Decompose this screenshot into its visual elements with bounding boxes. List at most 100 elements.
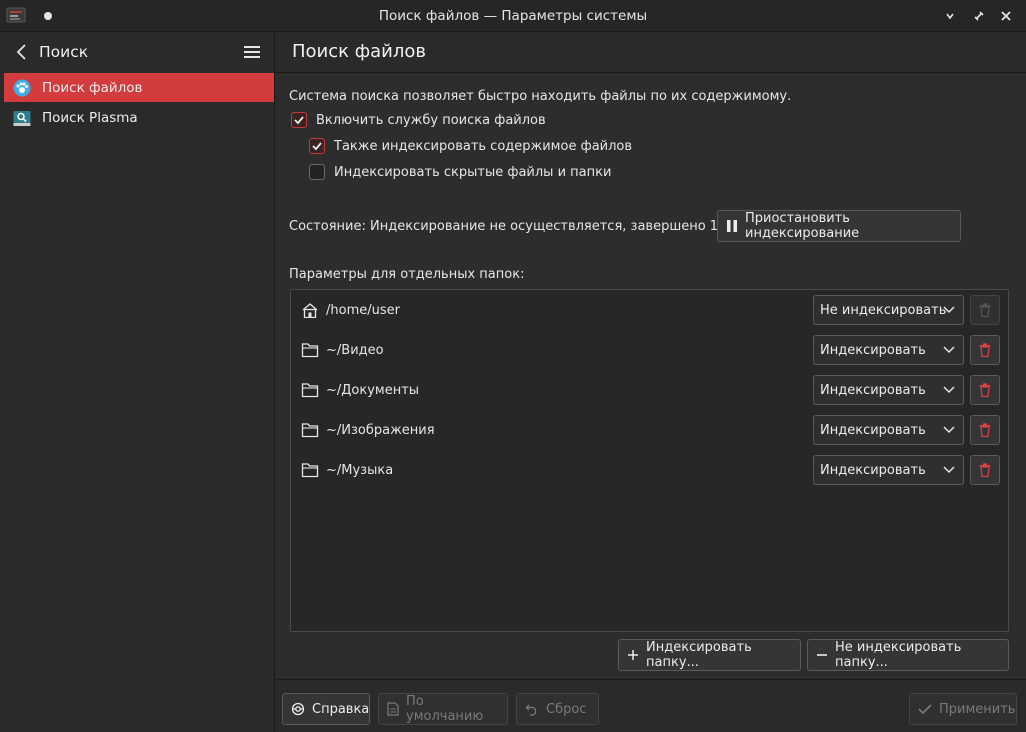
button-label: Приостановить индексирование: [745, 211, 860, 241]
checkbox-label: Также индексировать содержимое файлов: [334, 138, 633, 154]
table-row: ~/Документы Индексировать: [291, 370, 1008, 410]
index-mode-select[interactable]: Индексировать: [813, 335, 964, 365]
button-label: Индексировать папку...: [646, 640, 752, 670]
enable-file-search-checkbox[interactable]: Включить службу поиска файлов: [291, 112, 546, 128]
select-value: Индексировать: [820, 463, 926, 478]
minimize-icon: [946, 13, 954, 20]
checkbox-unchecked-icon[interactable]: [309, 164, 325, 180]
delete-folder-button[interactable]: [970, 455, 1000, 485]
checkbox-label: Включить службу поиска файлов: [316, 112, 546, 128]
content-area: Система поиска позволяет быстро находить…: [276, 74, 1026, 678]
home-folder-icon: [301, 302, 319, 319]
checkbox-checked-icon[interactable]: [291, 112, 307, 128]
checkbox-checked-icon[interactable]: [309, 138, 325, 154]
table-row: /home/user Не индексировать: [291, 290, 1008, 330]
pause-icon: [726, 219, 738, 233]
hamburger-menu-button[interactable]: [243, 44, 261, 60]
chevron-down-icon: [943, 386, 955, 394]
sidebar-header: Поиск: [0, 33, 274, 71]
folder-icon: [301, 382, 319, 398]
folder-path: ~/Видео: [326, 343, 384, 358]
table-row: ~/Видео Индексировать: [291, 330, 1008, 370]
folders-section-label: Параметры для отдельных папок:: [289, 267, 525, 282]
folder-list: /home/user Не индексировать ~/Видео Инде…: [290, 289, 1009, 632]
trash-icon: [979, 383, 991, 397]
reset-button[interactable]: Сброс: [516, 693, 599, 725]
undo-icon: [525, 702, 539, 716]
dialog-footer: Справка По умолчанию Сброс Применить: [276, 679, 1026, 732]
plus-icon: [627, 649, 639, 661]
chevron-down-icon: [943, 466, 955, 474]
indexing-status: Состояние: Индексирование не осуществляе…: [289, 219, 747, 234]
trash-icon: [979, 423, 991, 437]
index-mode-select[interactable]: Индексировать: [813, 415, 964, 445]
add-exclude-folder-button[interactable]: Не индексировать папку...: [807, 639, 1009, 671]
button-label: По умолчанию: [406, 694, 484, 724]
trash-icon: [979, 463, 991, 477]
close-button[interactable]: [996, 6, 1016, 26]
table-row: ~/Музыка Индексировать: [291, 450, 1008, 490]
close-icon: [1001, 11, 1011, 21]
delete-folder-button[interactable]: [970, 295, 1000, 325]
defaults-button[interactable]: По умолчанию: [378, 693, 508, 725]
minus-icon: [816, 649, 828, 661]
folder-icon: [301, 342, 319, 358]
apply-button[interactable]: Применить: [909, 693, 1017, 725]
folder-icon: [301, 462, 319, 478]
button-label: Сброс: [546, 701, 587, 717]
add-index-folder-button[interactable]: Индексировать папку...: [618, 639, 801, 671]
select-value: Индексировать: [820, 423, 926, 438]
trash-icon: [979, 303, 991, 317]
delete-folder-button[interactable]: [970, 335, 1000, 365]
chevron-down-icon: [943, 306, 955, 314]
chevron-down-icon: [943, 346, 955, 354]
index-hidden-files-checkbox[interactable]: Индексировать скрытые файлы и папки: [309, 164, 611, 180]
title-bar: Поиск файлов — Параметры системы: [0, 0, 1026, 32]
folder-icon: [301, 422, 319, 438]
index-mode-select[interactable]: Индексировать: [813, 375, 964, 405]
back-button[interactable]: [14, 43, 32, 61]
button-label: Справка: [312, 701, 370, 717]
sidebar-item-label: Поиск файлов: [42, 80, 143, 96]
sidebar-category-label: Поиск: [39, 43, 89, 61]
select-value: Не индексировать: [820, 303, 947, 318]
help-icon: [291, 702, 305, 716]
index-mode-select[interactable]: Не индексировать: [813, 295, 964, 325]
folder-path: ~/Документы: [326, 383, 420, 398]
baloo-paw-icon: [13, 79, 31, 97]
restore-icon: [974, 11, 984, 21]
table-row: ~/Изображения Индексировать: [291, 410, 1008, 450]
trash-icon: [979, 343, 991, 357]
page-description: Система поиска позволяет быстро находить…: [289, 89, 792, 104]
chevron-down-icon: [943, 426, 955, 434]
chevron-left-icon: [16, 44, 26, 60]
minimize-button[interactable]: [940, 6, 960, 26]
select-value: Индексировать: [820, 383, 926, 398]
help-button[interactable]: Справка: [282, 693, 370, 725]
checkmark-icon: [918, 703, 932, 715]
page-title: Поиск файлов: [292, 41, 426, 62]
checkbox-label: Индексировать скрытые файлы и папки: [334, 164, 612, 180]
sidebar-item-plasma-search[interactable]: Поиск Plasma: [4, 103, 274, 132]
page-header: Поиск файлов: [276, 33, 1026, 73]
pause-indexing-button[interactable]: Приостановить индексирование: [717, 210, 961, 242]
delete-folder-button[interactable]: [970, 375, 1000, 405]
window-title: Поиск файлов — Параметры системы: [378, 8, 648, 24]
index-mode-select[interactable]: Индексировать: [813, 455, 964, 485]
plasma-search-icon: [13, 109, 31, 127]
sidebar: Поиск Поиск файлов Поиск Plasma: [0, 33, 275, 732]
menu-icon: [244, 46, 260, 58]
button-label: Не индексировать папку...: [835, 640, 962, 670]
folder-path: ~/Изображения: [326, 423, 435, 438]
main-panel: Поиск файлов Система поиска позволяет бы…: [276, 33, 1026, 732]
button-label: Применить: [939, 701, 1016, 717]
index-file-content-checkbox[interactable]: Также индексировать содержимое файлов: [309, 138, 632, 154]
sidebar-item-label: Поиск Plasma: [42, 110, 138, 126]
document-icon: [387, 702, 399, 716]
select-value: Индексировать: [820, 343, 926, 358]
sidebar-item-file-search[interactable]: Поиск файлов: [4, 73, 274, 102]
folder-path: ~/Музыка: [326, 463, 394, 478]
folder-path: /home/user: [326, 303, 400, 318]
delete-folder-button[interactable]: [970, 415, 1000, 445]
maximize-button[interactable]: [969, 6, 989, 26]
